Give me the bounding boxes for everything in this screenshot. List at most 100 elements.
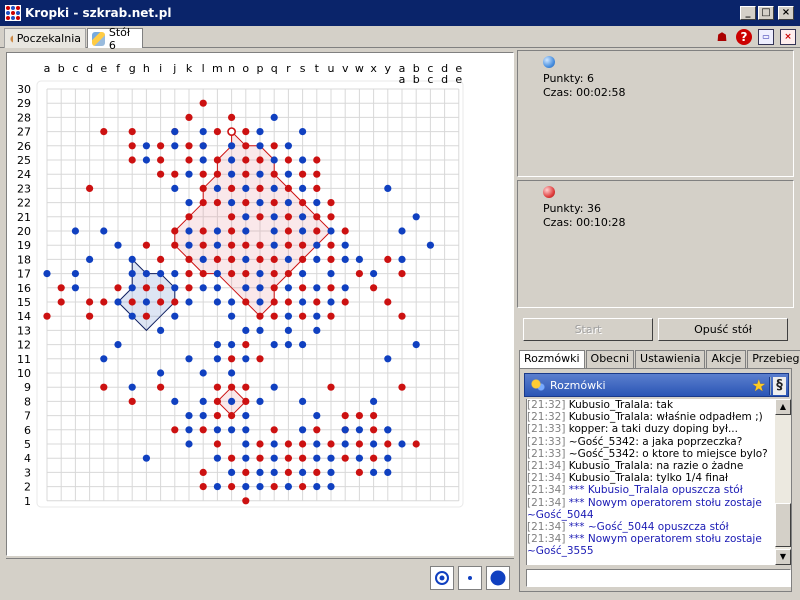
red-dot	[57, 298, 65, 306]
red-points: Punkty: 36	[543, 202, 601, 215]
chat-timestamp: [21:34]	[527, 460, 566, 473]
red-dot	[284, 241, 292, 249]
users-icon[interactable]: ☗	[714, 29, 730, 45]
red-dot	[398, 312, 406, 320]
column-label: t	[315, 62, 320, 75]
tab-bar: Poczekalnia Stół 6 ☗ ? ▭ ×	[0, 26, 800, 52]
row-label: 2	[24, 481, 31, 494]
blue-dot	[256, 298, 264, 306]
red-dot	[242, 142, 250, 150]
close-window-icon[interactable]: ×	[780, 29, 796, 45]
red-dot	[256, 355, 264, 363]
column-label: g	[129, 62, 136, 75]
dot-ring-button[interactable]	[430, 566, 454, 590]
red-dot	[128, 397, 136, 405]
column-label: n	[228, 62, 235, 75]
table-icon	[92, 31, 105, 46]
game-board[interactable]: a b c d e f g h i j k l m n o p q r s t u v w x y aabbccddee30292…	[7, 53, 513, 555]
chat-input[interactable]	[526, 569, 791, 587]
dot-small-button[interactable]	[458, 566, 482, 590]
tab-ustawienia[interactable]: Ustawienia	[635, 350, 706, 368]
star-icon[interactable]: ★	[752, 376, 766, 395]
red-dot	[256, 156, 264, 164]
tab-rozmowki[interactable]: Rozmówki	[519, 350, 585, 368]
red-dot	[228, 113, 236, 121]
blue-dot	[142, 454, 150, 462]
close-button[interactable]: ×	[778, 6, 794, 20]
red-dot	[185, 270, 193, 278]
tab-label: Stół 6	[108, 25, 131, 52]
blue-dot	[256, 284, 264, 292]
red-dot	[270, 199, 278, 207]
blue-dot	[128, 270, 136, 278]
app-icon	[5, 5, 21, 21]
link-icon[interactable]: §	[773, 377, 786, 395]
scroll-thumb[interactable]	[775, 503, 791, 547]
red-dot	[327, 284, 335, 292]
tab-poczekalnia[interactable]: Poczekalnia	[4, 28, 86, 48]
scroll-down-icon[interactable]: ▼	[775, 549, 791, 565]
chat-timestamp: [21:34]	[527, 521, 566, 534]
red-dot	[199, 426, 207, 434]
red-dot	[171, 298, 179, 306]
red-dot	[327, 213, 335, 221]
chat-scrollbar[interactable]: ▲ ▼	[775, 399, 791, 565]
window-title: Kropki - szkrab.net.pl	[25, 6, 172, 20]
minimize-button[interactable]: _	[740, 6, 756, 20]
blue-dot	[242, 426, 250, 434]
blue-dot	[299, 184, 307, 192]
blue-dot	[228, 170, 236, 178]
tab-table-6[interactable]: Stół 6	[87, 26, 143, 52]
row-label: 4	[24, 452, 31, 465]
chat-text: *** ~Gość_5044 opuszcza stół	[565, 521, 729, 534]
tab-przebieg[interactable]: Przebieg	[747, 350, 800, 368]
chat-timestamp: [21:34]	[527, 533, 566, 546]
red-dot	[327, 241, 335, 249]
column-label: p	[257, 62, 264, 75]
blue-dot	[199, 397, 207, 405]
blue-dot	[370, 270, 378, 278]
red-dot	[299, 312, 307, 320]
start-button[interactable]: Start	[523, 318, 653, 341]
red-dot	[398, 383, 406, 391]
red-dot	[242, 397, 250, 405]
red-dot	[213, 128, 221, 136]
column-label: o	[242, 62, 249, 75]
column-label: b	[413, 73, 420, 86]
tab-obecni[interactable]: Obecni	[585, 350, 635, 368]
chat-text: Kubusio_Tralala: tylko 1/4 finał	[565, 472, 729, 485]
scroll-up-icon[interactable]: ▲	[775, 399, 791, 415]
red-dot	[270, 142, 278, 150]
red-dot	[185, 255, 193, 263]
blue-dot	[284, 142, 292, 150]
red-dot	[157, 156, 165, 164]
blue-dot	[128, 255, 136, 263]
red-dot	[299, 199, 307, 207]
blue-dot	[256, 270, 264, 278]
blue-dot	[242, 440, 250, 448]
restore-window-icon[interactable]: ▭	[758, 29, 774, 45]
red-dot	[242, 170, 250, 178]
blue-dot	[256, 128, 264, 136]
blue-dot	[299, 298, 307, 306]
red-dot	[341, 298, 349, 306]
row-label: 26	[17, 140, 31, 153]
red-dot	[242, 468, 250, 476]
red-dot	[284, 184, 292, 192]
tab-akcje[interactable]: Akcje	[706, 350, 747, 368]
red-dot	[355, 468, 363, 476]
blue-dot	[185, 412, 193, 420]
chat-text: *** Nowym operatorem stołu zostaje	[565, 533, 762, 546]
red-dot	[171, 227, 179, 235]
red-dot	[157, 170, 165, 178]
leave-table-button[interactable]: Opuść stół	[658, 318, 788, 341]
dot-large-button[interactable]	[486, 566, 510, 590]
column-label: q	[271, 62, 278, 75]
row-label: 22	[17, 197, 31, 210]
red-dot	[284, 213, 292, 221]
blue-dot	[384, 426, 392, 434]
blue-dot	[242, 355, 250, 363]
help-icon[interactable]: ?	[736, 29, 752, 45]
maximize-button[interactable]: □	[758, 6, 774, 20]
blue-dot	[270, 454, 278, 462]
